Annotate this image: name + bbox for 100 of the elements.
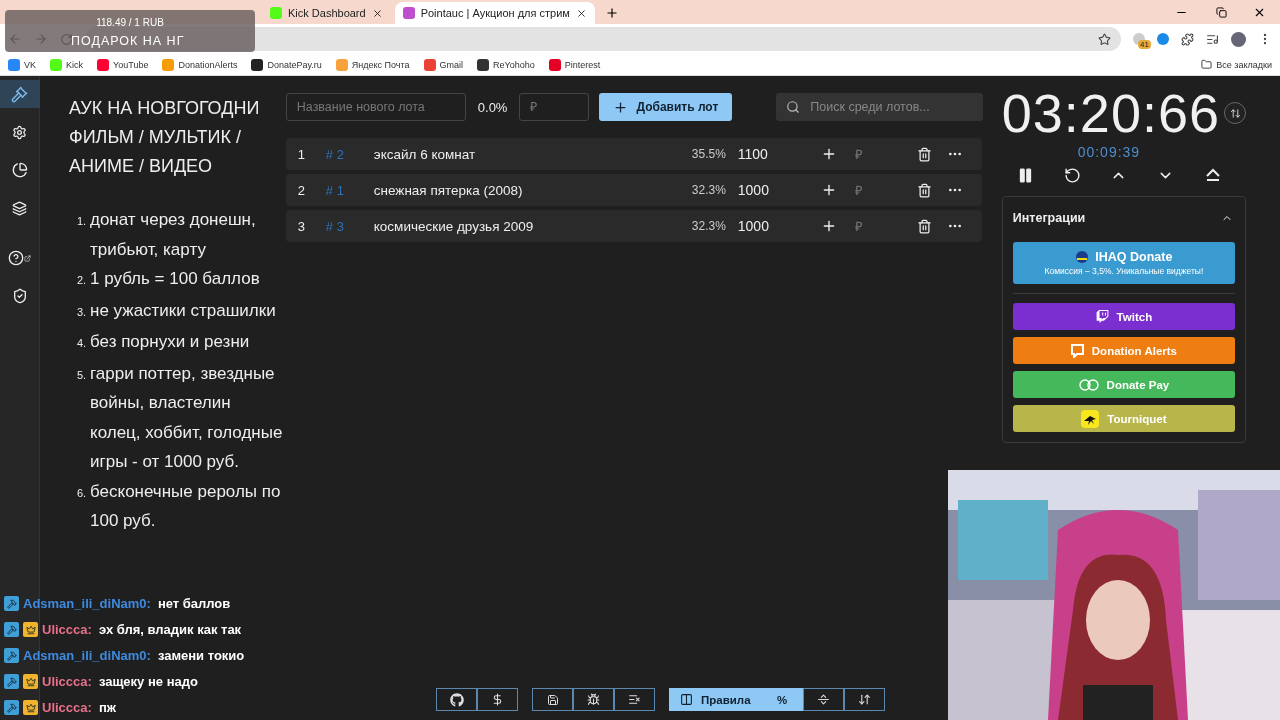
lot-amount: 1000 (737, 182, 770, 198)
bookmark[interactable]: DonationAlerts (162, 58, 238, 71)
eject-icon (1204, 168, 1221, 182)
media-icon[interactable] (1206, 32, 1219, 46)
integrations-title: Интеграции (1012, 211, 1086, 225)
rules-title: АУК НА НОВГОГОДНИ ФИЛЬМ / МУЛЬТИК / АНИМЕ / ВИДЕО (69, 97, 261, 178)
lot-id: # 1 (325, 182, 345, 198)
moderator-badge-icon (4, 674, 19, 689)
bookmark[interactable]: DonatePay.ru (251, 58, 322, 71)
sort-button[interactable] (843, 688, 885, 711)
dollar-button[interactable] (477, 688, 518, 711)
rules-button[interactable]: Правила (669, 688, 762, 711)
close-icon[interactable] (371, 7, 383, 19)
rule-number: 2. (77, 273, 88, 288)
lot-name: снежная пятерка (2008) (373, 182, 524, 198)
rule-text: не ужастики страшилки (90, 299, 276, 322)
search-bar[interactable]: Поиск среди лотов... (776, 93, 984, 121)
percent-button[interactable]: % (761, 688, 803, 711)
bookmark[interactable]: ReYohoho (477, 58, 535, 71)
plus-icon (613, 99, 629, 115)
lot-id: # 3 (325, 218, 345, 234)
browser-tab[interactable]: Pointauc | Аукцион для стрим (394, 2, 595, 24)
bird-icon (1081, 409, 1100, 428)
split-button[interactable] (802, 688, 844, 711)
lot-amount: 1100 (737, 146, 769, 162)
lot-rank: 1 (296, 146, 307, 162)
puzzle-icon[interactable] (1181, 32, 1194, 46)
settings-icon (12, 124, 27, 140)
lot-id: # 2 (325, 146, 345, 162)
save-icon (546, 693, 559, 706)
separator-icon (816, 693, 830, 706)
list-delete-icon (628, 693, 641, 706)
chat-message: защеку не надо (98, 674, 198, 689)
external-link-icon (24, 254, 31, 262)
price-field[interactable]: ₽ (519, 93, 590, 121)
all-bookmarks[interactable]: Все закладки (1216, 59, 1272, 70)
rule-text: донат через донешн, трибьют, карту (90, 209, 257, 261)
lot-amount: 1000 (737, 218, 770, 234)
star-icon[interactable] (1098, 32, 1111, 46)
sort-icon (857, 693, 871, 706)
elapsed-time: 00:09:39 (1076, 144, 1142, 160)
crown-badge-icon (23, 674, 38, 689)
rule-number: 3. (77, 304, 88, 320)
rule-number: 1. (77, 214, 88, 229)
logo-icon (1075, 250, 1090, 264)
lot-name-field[interactable]: Название нового лота (285, 93, 466, 121)
bug-icon (587, 693, 600, 706)
moderator-badge-icon (4, 596, 19, 611)
speech-bubble-icon (1070, 343, 1084, 358)
gavel-icon (11, 85, 28, 103)
auction-tab[interactable] (0, 80, 40, 108)
lot-rank: 3 (296, 218, 307, 234)
extension-icon[interactable] (1157, 33, 1169, 45)
save-button[interactable] (532, 688, 573, 711)
github-icon (449, 692, 464, 707)
integration-button[interactable]: Twitch (1012, 303, 1235, 330)
lot-name: эксайл 6 комнат (373, 146, 477, 162)
bookmark[interactable]: Pinterest (548, 58, 601, 71)
search-field[interactable]: Поиск среди лотов... (808, 99, 974, 115)
bug-button[interactable] (573, 688, 614, 711)
bookmark[interactable]: Kick (50, 58, 84, 71)
lot-percent: 32.3% (691, 183, 727, 197)
rule-number: 4. (77, 336, 88, 351)
reset-icon (1063, 166, 1081, 184)
bookmark[interactable]: Яндекс Почта (335, 58, 410, 71)
lot-rank: 2 (296, 182, 307, 198)
bookmark[interactable]: Gmail (423, 58, 464, 71)
chat-username: Adsman_ili_diNam0: (23, 648, 151, 663)
swap-button[interactable] (1224, 102, 1246, 124)
chat-message: нет баллов (157, 596, 231, 611)
close-icon[interactable] (575, 7, 587, 19)
close-icon[interactable] (1253, 6, 1266, 19)
shield-icon (11, 288, 28, 304)
moderator-badge-icon (4, 648, 19, 663)
add-lot-button[interactable]: Добавить лот (599, 93, 733, 121)
pie-chart-icon (11, 162, 28, 178)
columns-icon (680, 693, 693, 706)
rule-number: 6. (77, 485, 88, 501)
bookmark[interactable]: VK (8, 58, 36, 71)
percent-text: 0.0% (477, 99, 508, 115)
gamepad-icon (1078, 378, 1099, 391)
restore-icon[interactable] (1216, 7, 1227, 18)
goal-title: ПОДАРОК НА НГ (71, 34, 185, 48)
lot-name: космические друзья 2009 (373, 218, 535, 234)
new-tab-icon[interactable] (604, 6, 619, 20)
chat-message: пж (98, 700, 116, 715)
bookmark[interactable]: YouTube (97, 58, 149, 71)
avatar-icon[interactable] (1231, 31, 1246, 47)
chat-username: Ulіccca: (42, 622, 92, 637)
browser-tab[interactable]: Kick Dashboard (262, 2, 391, 24)
clear-button[interactable] (614, 688, 655, 711)
timer: 03:20:66 (1001, 82, 1220, 144)
search-icon (786, 100, 801, 114)
moderator-badge-icon (4, 700, 19, 715)
github-button[interactable] (436, 688, 477, 711)
lot-percent: 35.5% (691, 147, 727, 161)
chat-username: Adsman_ili_diNam0: (23, 596, 151, 611)
rule-number: 5. (77, 367, 88, 383)
trash-icon (917, 146, 933, 162)
rule-text: гарри поттер, звездные войны, властелин колец, хоббит, голодные игры - от 1000 руб. (90, 362, 284, 473)
